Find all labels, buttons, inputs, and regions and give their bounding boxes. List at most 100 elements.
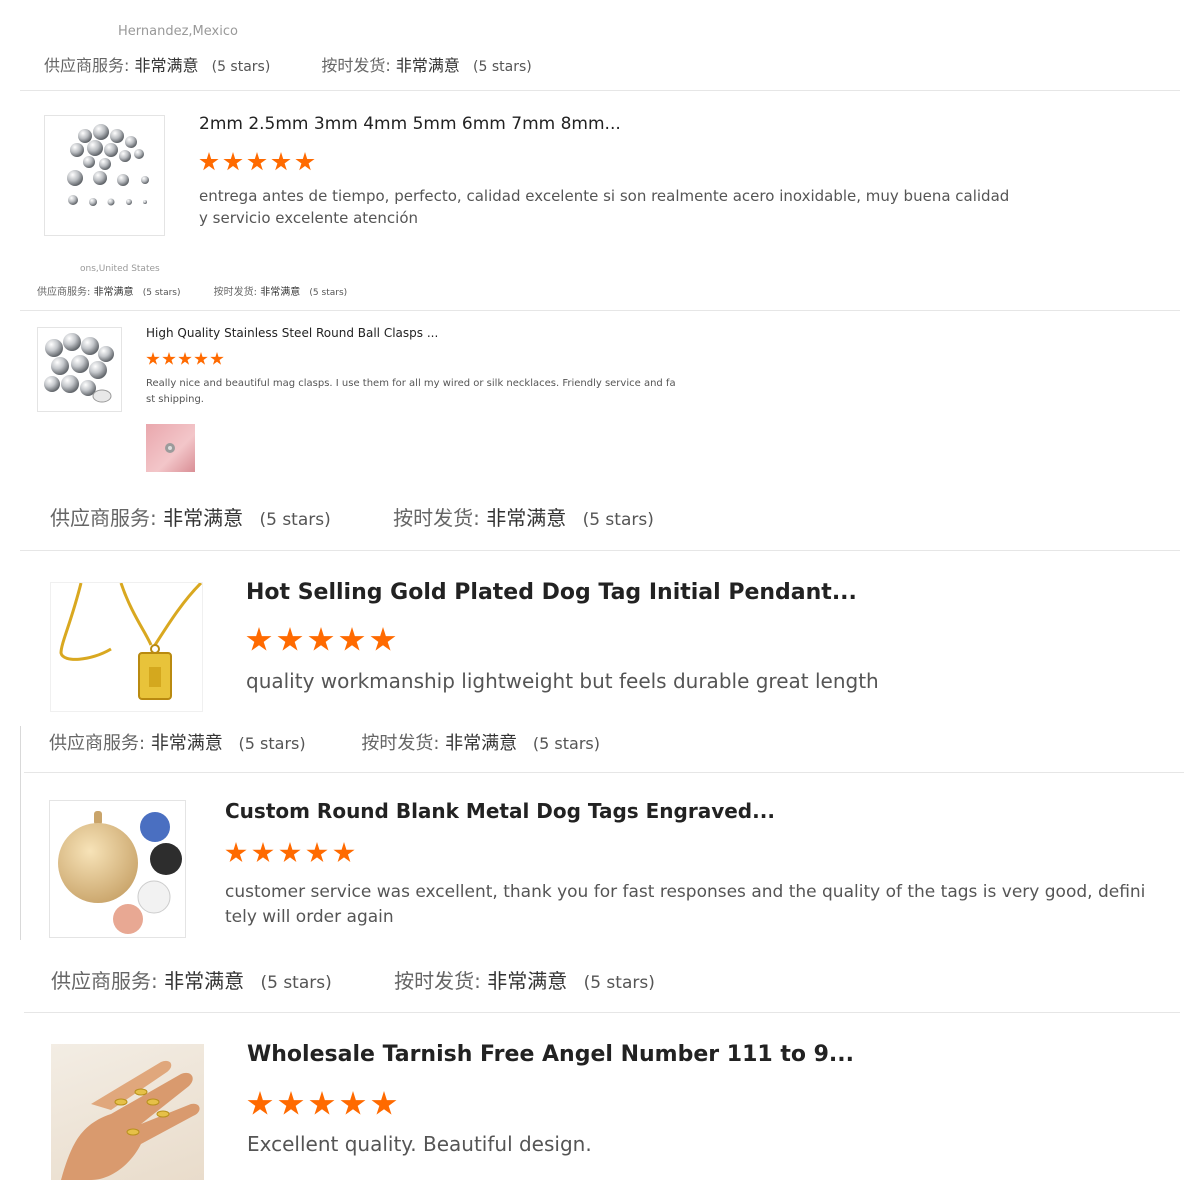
- star-icon: [246, 627, 272, 651]
- product-title[interactable]: Wholesale Tarnish Free Angel Number 111 …: [247, 1042, 854, 1067]
- divider: [20, 550, 1180, 551]
- star-icon: [370, 627, 396, 651]
- review-text-line: entrega antes de tiempo, perfecto, calid…: [199, 187, 1010, 205]
- divider: [24, 772, 1184, 773]
- divider: [20, 726, 21, 940]
- review-text-line: st shipping.: [146, 394, 204, 405]
- divider: [24, 1012, 1180, 1013]
- supplier-service-value: 非常满意: [93, 287, 134, 298]
- star-icon: [178, 352, 192, 365]
- supplier-service-value: 非常满意: [134, 56, 199, 75]
- rating-row: 供应商服务: 非常满意 (5 stars) 按时发货: 非常满意 (5 star…: [49, 729, 600, 755]
- shipping-label: 按时发货:: [361, 733, 440, 754]
- divider: [20, 90, 1180, 91]
- star-icon: [339, 627, 365, 651]
- star-icon: [247, 152, 267, 171]
- star-icon: [279, 842, 301, 863]
- star-icon: [278, 1091, 304, 1115]
- shipping-value: 非常满意: [445, 733, 518, 754]
- star-icon: [271, 152, 291, 171]
- product-thumbnail[interactable]: [50, 582, 203, 712]
- shipping-stars: (5 stars): [309, 288, 348, 298]
- shipping-value: 非常满意: [487, 969, 568, 993]
- star-icon: [340, 1091, 366, 1115]
- rating-row: 供应商服务: 非常满意 (5 stars) 按时发货: 非常满意 (5 star…: [51, 965, 655, 994]
- star-rating: [199, 152, 315, 172]
- star-rating: [247, 1091, 397, 1117]
- supplier-service-stars: (5 stars): [259, 510, 331, 530]
- review-text-line: Really nice and beautiful mag clasps. I …: [146, 378, 676, 389]
- star-rating: [246, 627, 396, 653]
- star-icon: [162, 352, 176, 365]
- star-icon: [277, 627, 303, 651]
- supplier-service-label: 供应商服务:: [50, 506, 157, 530]
- steel-beads-icon: [67, 124, 149, 206]
- product-title[interactable]: 2mm 2.5mm 3mm 4mm 5mm 6mm 7mm 8mm...: [199, 114, 621, 134]
- shipping-label: 按时发货:: [321, 56, 391, 75]
- review-text-line: y servicio excelente atención: [199, 209, 419, 227]
- shipping-label: 按时发货:: [213, 287, 258, 298]
- star-icon: [146, 352, 160, 365]
- star-icon: [225, 842, 247, 863]
- supplier-service-label: 供应商服务:: [49, 733, 146, 754]
- supplier-service-stars: (5 stars): [260, 973, 332, 993]
- shipping-stars: (5 stars): [583, 973, 655, 993]
- star-icon: [194, 352, 208, 365]
- reviewer-location: ons,United States: [80, 264, 160, 274]
- review-text: Excellent quality. Beautiful design.: [247, 1132, 1147, 1156]
- ball-clasps-icon: [44, 333, 114, 403]
- reviewer-location: Hernandez,Mexico: [118, 24, 238, 39]
- shipping-stars: (5 stars): [582, 510, 654, 530]
- star-icon: [295, 152, 315, 171]
- supplier-service-label: 供应商服务:: [51, 969, 158, 993]
- star-icon: [333, 842, 355, 863]
- product-thumbnail[interactable]: [51, 1044, 204, 1180]
- product-thumbnail[interactable]: [49, 800, 186, 938]
- divider: [20, 310, 1180, 311]
- supplier-service-value: 非常满意: [150, 733, 223, 754]
- star-rating: [225, 842, 355, 864]
- star-icon: [308, 627, 334, 651]
- supplier-service-label: 供应商服务:: [44, 56, 130, 75]
- supplier-service-stars: (5 stars): [238, 734, 306, 753]
- review-text-line: Excellent quality. Beautiful design.: [247, 1132, 592, 1156]
- review-text-line: customer service was excellent, thank yo…: [225, 882, 1146, 902]
- star-icon: [309, 1091, 335, 1115]
- supplier-service-stars: (5 stars): [211, 59, 271, 75]
- dog-tags-icon: [58, 811, 182, 934]
- review-text-line: tely will order again: [225, 907, 394, 927]
- review-photo-thumbnail[interactable]: [146, 424, 195, 472]
- star-icon: [247, 1091, 273, 1115]
- shipping-value: 非常满意: [395, 56, 460, 75]
- review-text: customer service was excellent, thank yo…: [225, 880, 1165, 930]
- gold-pendant-icon: [59, 583, 202, 700]
- product-title[interactable]: High Quality Stainless Steel Round Ball …: [146, 326, 438, 340]
- product-title[interactable]: Custom Round Blank Metal Dog Tags Engrav…: [225, 799, 775, 823]
- shipping-stars: (5 stars): [532, 734, 600, 753]
- star-icon: [371, 1091, 397, 1115]
- review-text-line: quality workmanship lightweight but feel…: [246, 669, 879, 693]
- product-thumbnail[interactable]: [44, 115, 165, 236]
- product-title[interactable]: Hot Selling Gold Plated Dog Tag Initial …: [246, 580, 857, 605]
- supplier-service-value: 非常满意: [163, 506, 244, 530]
- product-thumbnail[interactable]: [37, 327, 122, 412]
- review-text: quality workmanship lightweight but feel…: [246, 669, 1146, 693]
- shipping-label: 按时发货:: [393, 506, 480, 530]
- rings-hand-icon: [61, 1060, 200, 1180]
- photo-icon: [165, 443, 175, 453]
- star-icon: [210, 352, 224, 365]
- supplier-service-stars: (5 stars): [142, 288, 181, 298]
- shipping-value: 非常满意: [486, 506, 567, 530]
- supplier-service-label: 供应商服务:: [37, 287, 91, 298]
- star-icon: [306, 842, 328, 863]
- shipping-label: 按时发货:: [394, 969, 481, 993]
- star-rating: [146, 352, 224, 366]
- shipping-value: 非常满意: [260, 287, 301, 298]
- shipping-stars: (5 stars): [473, 59, 532, 75]
- supplier-service-value: 非常满意: [164, 969, 245, 993]
- star-icon: [223, 152, 243, 171]
- rating-row: 供应商服务: 非常满意 (5 stars) 按时发货: 非常满意 (5 star…: [50, 502, 654, 531]
- rating-row: 供应商服务: 非常满意 (5 stars) 按时发货: 非常满意 (5 star…: [44, 52, 532, 76]
- rating-row: 供应商服务: 非常满意 (5 stars) 按时发货: 非常满意 (5 star…: [37, 283, 347, 298]
- star-icon: [199, 152, 219, 171]
